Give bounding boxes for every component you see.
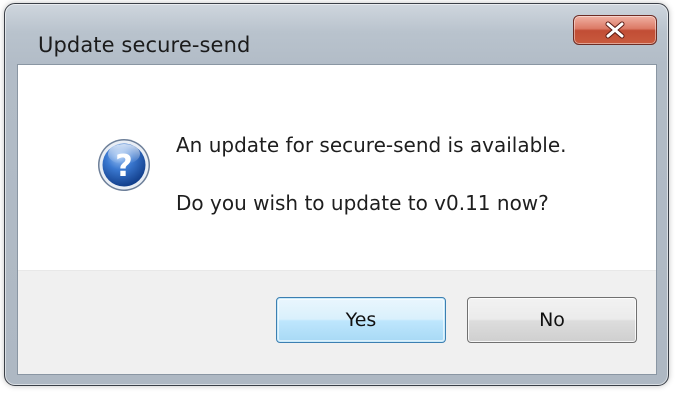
svg-text:?: ? bbox=[115, 149, 132, 184]
dialog-client-area: ? An update for secure-send is available… bbox=[17, 64, 657, 375]
dialog-window: Update secure-send ? An update for secur… bbox=[4, 3, 669, 386]
close-icon bbox=[604, 21, 626, 39]
message-line-2: Do you wish to update to v0.11 now? bbox=[176, 191, 549, 215]
yes-button[interactable]: Yes bbox=[276, 297, 446, 343]
window-title: Update secure-send bbox=[38, 33, 251, 57]
button-bar: Yes No bbox=[18, 270, 656, 374]
no-button[interactable]: No bbox=[467, 297, 637, 343]
question-icon: ? bbox=[96, 137, 152, 193]
close-button[interactable] bbox=[573, 15, 657, 45]
message-line-1: An update for secure-send is available. bbox=[176, 133, 567, 157]
message-area: ? An update for secure-send is available… bbox=[18, 65, 656, 270]
